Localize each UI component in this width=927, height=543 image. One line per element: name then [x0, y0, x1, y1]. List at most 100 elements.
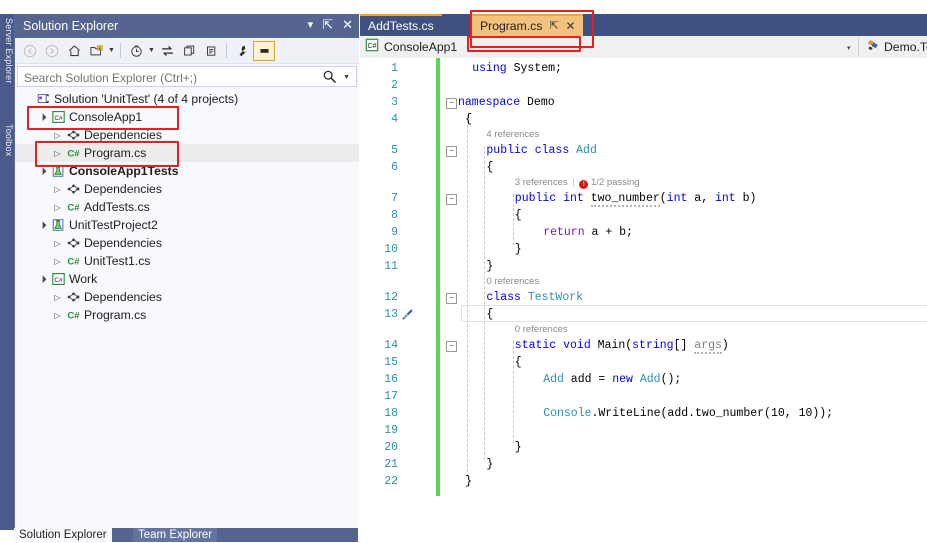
tree-item-work[interactable]: ◢ C# Work — [15, 270, 359, 288]
chevron-right-icon[interactable]: ▷ — [51, 293, 64, 302]
line-number: 16 — [384, 373, 398, 386]
pending-changes-icon[interactable] — [125, 41, 147, 61]
collapse-all-icon[interactable] — [200, 41, 222, 61]
tree-item-program-cs[interactable]: ▷ C# Program.cs — [15, 306, 359, 324]
code-line-5[interactable]: public class Add — [486, 144, 596, 157]
code-line-13[interactable]: { — [486, 308, 493, 321]
codelens-test-status[interactable]: 1/2 passing — [588, 177, 640, 188]
chevron-right-icon[interactable]: ▷ — [51, 131, 64, 140]
code-line-20[interactable]: } — [515, 441, 522, 454]
chevron-right-icon[interactable]: ▷ — [51, 311, 64, 320]
chevron-down-icon[interactable]: ▾ — [847, 44, 851, 52]
search-dropdown-caret[interactable]: ▼ — [343, 74, 350, 81]
svg-text:C#: C# — [67, 203, 80, 214]
chevron-right-icon[interactable]: ▷ — [51, 149, 64, 158]
tree-item-unittest1-cs[interactable]: ▷ C# UnitTest1.cs — [15, 252, 359, 270]
code-token: public — [514, 192, 557, 205]
code-line-4[interactable]: { — [465, 113, 472, 126]
tree-item-program-cs[interactable]: ▷ C# Program.cs — [15, 144, 359, 162]
chevron-right-icon[interactable]: ▷ — [51, 185, 64, 194]
tree-item-label: Dependencies — [84, 290, 162, 304]
expander-open-icon[interactable]: ◢ — [35, 110, 50, 125]
tree-item-solution-unittest-4-of-4-projects[interactable]: Solution 'UnitTest' (4 of 4 projects) — [15, 90, 359, 108]
expander-open-icon[interactable]: ◢ — [35, 164, 50, 179]
search-icon[interactable] — [322, 69, 337, 87]
close-icon[interactable]: ✕ — [342, 18, 353, 32]
code-token: TestWork — [527, 291, 584, 304]
expander-open-icon[interactable]: ◢ — [35, 218, 50, 233]
code-line-12[interactable]: class TestWork — [486, 291, 583, 304]
tree-item-consoleapp1[interactable]: ◢ C# ConsoleApp1 — [15, 108, 359, 126]
fold-toggle-icon[interactable]: − — [446, 98, 457, 109]
tree-item-dependencies[interactable]: ▷ Dependencies — [15, 234, 359, 252]
pin-icon[interactable]: ⇱ — [322, 18, 333, 32]
code-line-3[interactable]: namespace Demo — [458, 96, 555, 109]
codelens-references[interactable]: 4 references — [486, 129, 539, 140]
code-line-18[interactable]: Console.WriteLine(add.two_number(10, 10)… — [543, 407, 833, 420]
code-line-10[interactable]: } — [515, 243, 522, 256]
code-line-6[interactable]: { — [486, 161, 493, 174]
code-token: Add — [639, 373, 661, 386]
codelens-references[interactable]: 0 references — [515, 324, 568, 335]
new-folder-icon[interactable] — [85, 41, 107, 61]
fold-toggle-icon[interactable]: − — [446, 194, 457, 205]
code-token: } — [486, 260, 494, 273]
fold-toggle-icon[interactable]: − — [446, 341, 457, 352]
navigation-bar-type[interactable]: Demo.Te — [862, 36, 927, 57]
properties-icon[interactable] — [231, 41, 253, 61]
code-surface[interactable]: 1 using System; 2 3− namespace Demo 4{4 refer… — [360, 58, 927, 542]
sync-icon[interactable] — [156, 41, 178, 61]
code-line-14[interactable]: static void Main(string[] args) — [515, 339, 729, 354]
codelens-references[interactable]: 3 references — [515, 177, 568, 188]
codelens-references[interactable]: 0 references — [486, 276, 539, 287]
code-line-22[interactable]: } — [465, 475, 472, 488]
pin-icon[interactable]: ⇱ — [549, 16, 558, 36]
home-icon[interactable] — [63, 41, 85, 61]
tree-item-dependencies[interactable]: ▷ Dependencies — [15, 180, 359, 198]
close-icon[interactable]: ✕ — [566, 16, 576, 36]
tab-program-cs[interactable]: Program.cs ⇱ ✕ — [472, 14, 583, 36]
navigation-bar-project[interactable]: C# ConsoleApp1 — [360, 36, 860, 57]
new-folder-dropdown-caret[interactable]: ▼ — [107, 47, 116, 54]
vertical-tab-server-explorer[interactable]: Server Explorer — [0, 16, 14, 116]
tab-addtests-cs[interactable]: AddTests.cs — [360, 14, 442, 36]
bottom-tab-team-explorer[interactable]: Team Explorer — [133, 528, 218, 542]
code-line-21[interactable]: } — [486, 458, 493, 471]
codelens-12[interactable]: 0 references — [486, 276, 539, 287]
tree-item-dependencies[interactable]: ▷ Dependencies — [15, 126, 359, 144]
codelens-7[interactable]: 3 references | ! 1/2 passing — [515, 177, 640, 189]
codelens-14[interactable]: 0 references — [515, 324, 568, 335]
search-input[interactable] — [22, 68, 322, 87]
refresh-icon[interactable] — [178, 41, 200, 61]
codelens-5[interactable]: 4 references — [486, 129, 539, 140]
fold-toggle-icon[interactable]: − — [446, 146, 457, 157]
tree-item-addtests-cs[interactable]: ▷ C# AddTests.cs — [15, 198, 359, 216]
code-line-8[interactable]: { — [515, 209, 522, 222]
brush-icon[interactable] — [401, 308, 414, 325]
code-token: string — [632, 339, 674, 352]
pending-changes-dropdown-caret[interactable]: ▼ — [147, 47, 156, 54]
tree-item-unittestproject2[interactable]: ◢ UnitTestProject2 — [15, 216, 359, 234]
fold-toggle-icon[interactable]: − — [446, 293, 457, 304]
code-line-1[interactable]: using System; — [472, 62, 562, 75]
chevron-down-icon[interactable]: ▾ — [308, 18, 314, 32]
chevron-right-icon[interactable]: ▷ — [51, 239, 64, 248]
chevron-right-icon[interactable]: ▷ — [51, 203, 64, 212]
code-line-15[interactable]: { — [515, 356, 522, 369]
code-line-11[interactable]: } — [486, 260, 493, 273]
expander-open-icon[interactable]: ◢ — [35, 272, 50, 287]
bottom-tab-solution-explorer[interactable]: Solution Explorer — [14, 528, 112, 542]
solution-tree[interactable]: Solution 'UnitTest' (4 of 4 projects) ◢ C#… — [15, 90, 359, 528]
search-box[interactable]: ▼ — [17, 66, 357, 87]
code-line-16[interactable]: Add add = new Add(); — [543, 373, 681, 386]
forward-icon[interactable] — [41, 41, 63, 61]
vertical-tab-toolbox[interactable]: Toolbox — [0, 122, 14, 180]
chevron-right-icon[interactable]: ▷ — [51, 257, 64, 266]
code-line-7[interactable]: public int two_number(int a, int b) — [514, 192, 756, 207]
preview-icon[interactable] — [253, 40, 275, 61]
tree-item-dependencies[interactable]: ▷ Dependencies — [15, 288, 359, 306]
tree-item-consoleapp1tests[interactable]: ◢ ConsoleApp1Tests — [15, 162, 359, 180]
back-icon[interactable] — [19, 41, 41, 61]
code-line-9[interactable]: return a + b; — [543, 226, 633, 239]
